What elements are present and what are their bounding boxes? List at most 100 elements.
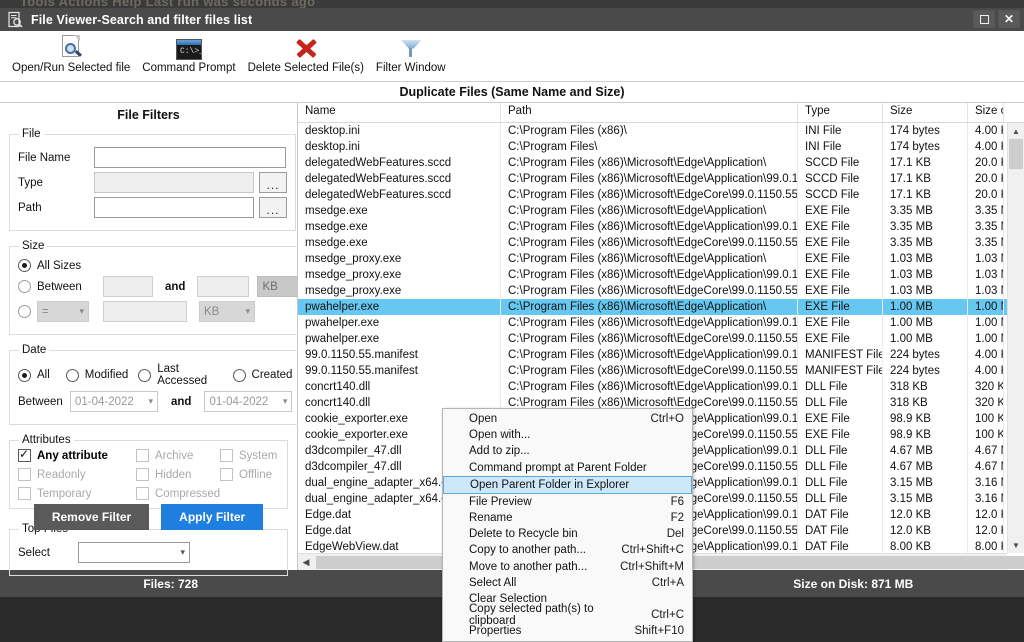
column-header-size-c[interactable]: Size c [968, 103, 1004, 122]
column-header-path[interactable]: Path [501, 103, 798, 122]
table-row[interactable]: pwahelper.exe C:\Program Files (x86)\Micr… [298, 315, 1007, 331]
between-size-radio[interactable] [18, 280, 31, 293]
cell-size-on-disk: 20.0 K [968, 171, 1004, 187]
vertical-scrollbar[interactable]: ▲ ▼ [1007, 123, 1024, 553]
offline-checkbox[interactable] [220, 468, 233, 481]
table-row[interactable]: msedge_proxy.exe C:\Program Files (x86)\M… [298, 267, 1007, 283]
table-row[interactable]: msedge_proxy.exe C:\Program Files (x86)\M… [298, 251, 1007, 267]
attribute-readonly[interactable]: Readonly [18, 468, 136, 481]
menu-item-add-to-zip[interactable]: Add to zip... [443, 443, 692, 459]
table-row[interactable]: 99.0.1150.55.manifest C:\Program Files (x… [298, 347, 1007, 363]
table-row[interactable]: delegatedWebFeatures.sccd C:\Program File… [298, 187, 1007, 203]
attribute-archive[interactable]: Archive [136, 449, 220, 462]
date-last-accessed-radio[interactable] [138, 368, 152, 382]
size-operator-radio[interactable] [18, 305, 31, 318]
size-operator-combo[interactable]: = ▾ [37, 301, 89, 322]
size-amount-unit-combo[interactable]: KB ▾ [199, 301, 255, 322]
open-run-selected-file-button[interactable]: Open/Run Selected file [6, 31, 136, 74]
remove-filter-button[interactable]: Remove Filter [33, 504, 150, 530]
menu-item-label: Rename [469, 512, 513, 525]
column-header-size[interactable]: Size [883, 103, 968, 122]
any-attribute-label: Any attribute [37, 449, 108, 462]
delete-files-icon [293, 34, 319, 61]
column-header-type[interactable]: Type [798, 103, 883, 122]
status-files-count: Files: 728 [143, 576, 199, 591]
menu-item-rename[interactable]: Rename F2 [443, 510, 692, 526]
restore-button[interactable] [973, 10, 995, 28]
table-row[interactable]: concrt140.dll C:\Program Files (x86)\Micr… [298, 379, 1007, 395]
menu-item-delete-to-recycle-bin[interactable]: Delete to Recycle bin Del [443, 526, 692, 542]
close-button[interactable]: ✕ [998, 10, 1020, 28]
menu-item-label: Open [469, 413, 498, 426]
scroll-left-icon[interactable]: ◀ [298, 557, 314, 568]
all-sizes-radio[interactable] [18, 259, 31, 272]
menu-item-open-with[interactable]: Open with... [443, 427, 692, 443]
table-row[interactable]: msedge.exe C:\Program Files (x86)\Microso… [298, 203, 1007, 219]
size-to-input[interactable] [197, 276, 250, 297]
attribute-system[interactable]: System [220, 449, 279, 462]
attribute-compressed[interactable]: Compressed [136, 487, 220, 500]
menu-item-copy-to-another-path[interactable]: Copy to another path... Ctrl+Shift+C [443, 542, 692, 558]
cell-size: 4.67 MB [883, 459, 968, 475]
attribute-any-attribute[interactable]: Any attribute [18, 447, 136, 462]
cell-name: pwahelper.exe [298, 299, 501, 315]
scroll-down-icon[interactable]: ▼ [1008, 537, 1024, 553]
table-row[interactable]: pwahelper.exe C:\Program Files (x86)\Micr… [298, 331, 1007, 347]
cell-size-on-disk: 1.00 M [968, 315, 1004, 331]
filter-window-button[interactable]: Filter Window [370, 31, 452, 74]
scroll-up-icon[interactable]: ▲ [1008, 123, 1024, 139]
file-filters-panel: File Filters File File Name Type ... Pat… [0, 103, 317, 576]
attribute-temporary[interactable]: Temporary [18, 487, 136, 500]
archive-checkbox[interactable] [136, 449, 149, 462]
offline-label: Offline [239, 468, 273, 481]
table-row[interactable]: delegatedWebFeatures.sccd C:\Program File… [298, 171, 1007, 187]
table-row[interactable]: msedge.exe C:\Program Files (x86)\Microso… [298, 219, 1007, 235]
menu-item-open-parent-folder-in-explorer[interactable]: Open Parent Folder in Explorer [443, 475, 692, 494]
type-browse-button[interactable]: ... [259, 172, 287, 193]
cell-path: C:\Program Files (x86)\Microsoft\Edge\Ap… [501, 299, 798, 315]
path-input[interactable] [94, 197, 254, 218]
apply-filter-button[interactable]: Apply Filter [161, 504, 264, 530]
date-all-radio[interactable] [18, 368, 31, 382]
command-prompt-button[interactable]: C:\>_ Command Prompt [136, 31, 241, 74]
type-input[interactable] [94, 172, 254, 193]
top-files-select-combo[interactable]: ▾ [78, 542, 190, 563]
hidden-checkbox[interactable] [136, 468, 149, 481]
menu-item-command-prompt-at-parent-folder[interactable]: Command prompt at Parent Folder [443, 460, 692, 476]
compressed-checkbox[interactable] [136, 487, 149, 500]
table-row[interactable]: desktop.ini C:\Program Files\ INI File 174 … [298, 139, 1007, 155]
attribute-hidden[interactable]: Hidden [136, 468, 220, 481]
size-from-input[interactable] [103, 276, 153, 297]
path-browse-button[interactable]: ... [259, 197, 287, 218]
size-amount-input[interactable] [103, 301, 187, 322]
delete-selected-files-button[interactable]: Delete Selected File(s) [242, 31, 370, 74]
system-checkbox[interactable] [220, 449, 233, 462]
menu-item-file-preview[interactable]: File Preview F6 [443, 494, 692, 510]
menu-item-move-to-another-path[interactable]: Move to another path... Ctrl+Shift+M [443, 559, 692, 575]
date-created-radio[interactable] [232, 368, 246, 382]
table-row[interactable]: 99.0.1150.55.manifest C:\Program Files (x… [298, 363, 1007, 379]
date-to-picker[interactable]: 01-04-2022 ▾ [204, 391, 293, 412]
table-row[interactable]: delegatedWebFeatures.sccd C:\Program File… [298, 155, 1007, 171]
file-name-input[interactable] [94, 147, 286, 168]
menu-item-copy-selected-path-s-to-clipboard[interactable]: Copy selected path(s) to clipboard Ctrl+C [443, 603, 692, 627]
table-row[interactable]: pwahelper.exe C:\Program Files (x86)\Micr… [298, 299, 1007, 315]
date-modified-radio[interactable] [65, 368, 79, 382]
readonly-checkbox[interactable] [18, 468, 31, 481]
table-row[interactable]: msedge.exe C:\Program Files (x86)\Microso… [298, 235, 1007, 251]
any-attribute-checkbox[interactable] [18, 447, 31, 462]
cell-type: INI File [798, 139, 883, 155]
cell-path: C:\Program Files (x86)\Microsoft\Edge\Ap… [501, 347, 798, 363]
menu-item-select-all[interactable]: Select All Ctrl+A [443, 575, 692, 591]
date-from-picker[interactable]: 01-04-2022 ▾ [70, 391, 158, 412]
table-row[interactable]: msedge_proxy.exe C:\Program Files (x86)\M… [298, 283, 1007, 299]
cell-path: C:\Program Files (x86)\Microsoft\EdgeCor… [501, 283, 798, 299]
menu-item-open[interactable]: Open Ctrl+O [443, 411, 692, 427]
column-header-name[interactable]: Name [298, 103, 501, 122]
temporary-checkbox[interactable] [18, 487, 31, 500]
vertical-scroll-thumb[interactable] [1009, 139, 1023, 169]
attribute-offline[interactable]: Offline [220, 468, 279, 481]
table-row[interactable]: desktop.ini C:\Program Files (x86)\ INI Fi… [298, 123, 1007, 139]
context-menu: Open Ctrl+O Open with... Add to zip... Comma… [442, 408, 693, 642]
all-sizes-row[interactable]: All Sizes [18, 259, 307, 272]
